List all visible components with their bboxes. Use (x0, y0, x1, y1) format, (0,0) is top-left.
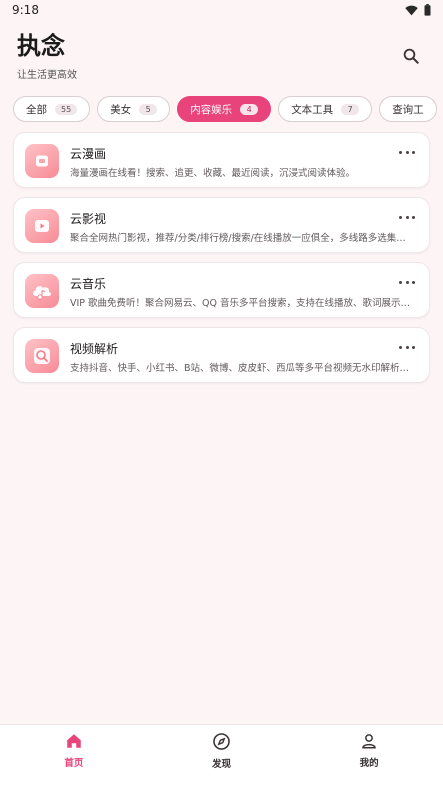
battery-icon (424, 4, 431, 16)
page-title: 执念 (17, 32, 65, 60)
nav-discover[interactable]: 发现 (148, 725, 296, 789)
page-subtitle: 让生活更高效 (17, 70, 77, 81)
book-icon (25, 144, 59, 178)
cloud-music-icon (25, 274, 59, 308)
nav-home[interactable]: 首页 (0, 725, 148, 789)
tab-label: 文本工具 (291, 103, 334, 116)
bottom-navigation: 首页 发现 我的 (0, 724, 443, 789)
more-options-button[interactable] (399, 277, 415, 287)
list-item[interactable]: 云漫画 海量漫画在线看！搜索、追更、收藏、最近阅读，沉浸式阅读体验。 (13, 132, 430, 188)
status-bar: 9:18 (0, 0, 443, 20)
compass-icon (213, 733, 230, 750)
status-icons (405, 4, 431, 16)
home-icon (67, 734, 81, 748)
nav-label: 首页 (64, 758, 84, 769)
item-description: 聚合全网热门影视，推荐/分类/排行榜/搜索/在线播放一应俱全，多线路多选集… (70, 233, 406, 244)
item-description: 支持抖音、快手、小红书、B站、微博、皮皮虾、西瓜等多平台视频无水印解析… (70, 363, 410, 374)
category-tabs: 全部 55 美女 5 内容娱乐 4 文本工具 7 查询工 (13, 96, 443, 123)
list-item[interactable]: 云影视 聚合全网热门影视，推荐/分类/排行榜/搜索/在线播放一应俱全，多线路多选… (13, 197, 430, 253)
tab-label: 内容娱乐 (190, 103, 233, 116)
tab-count: 4 (240, 103, 259, 115)
tab-count: 5 (139, 103, 158, 115)
item-title: 云漫画 (70, 147, 107, 161)
item-title: 视频解析 (70, 342, 119, 356)
search-button[interactable] (399, 44, 423, 68)
tab-label: 美女 (110, 103, 132, 116)
more-options-button[interactable] (399, 342, 415, 352)
tab-text-tools[interactable]: 文本工具 7 (278, 96, 373, 122)
tab-all[interactable]: 全部 55 (13, 96, 91, 122)
list-item[interactable]: 云音乐 VIP 歌曲免费听！聚合网易云、QQ 音乐多平台搜索，支持在线播放、歌词… (13, 262, 430, 318)
list-item[interactable]: 视频解析 支持抖音、快手、小红书、B站、微博、皮皮虾、西瓜等多平台视频无水印解析… (13, 327, 430, 383)
status-time: 9:18 (12, 3, 39, 17)
more-options-button[interactable] (399, 212, 415, 222)
tab-query-tools[interactable]: 查询工 (379, 96, 437, 122)
item-description: 海量漫画在线看！搜索、追更、收藏、最近阅读，沉浸式阅读体验。 (70, 168, 356, 179)
magnifier-icon (25, 339, 59, 373)
app-list: 云漫画 海量漫画在线看！搜索、追更、收藏、最近阅读，沉浸式阅读体验。 云影视 聚… (13, 132, 430, 392)
header: 执念 让生活更高效 (17, 30, 77, 81)
tab-entertainment[interactable]: 内容娱乐 4 (177, 96, 272, 122)
item-description: VIP 歌曲免费听！聚合网易云、QQ 音乐多平台搜索，支持在线播放、歌词展示… (70, 298, 411, 309)
wifi-icon (405, 5, 418, 15)
user-icon (362, 734, 376, 749)
nav-label: 我的 (359, 758, 379, 769)
item-title: 云影视 (70, 212, 107, 226)
tab-label: 全部 (26, 103, 47, 116)
tab-count: 55 (55, 103, 78, 115)
video-play-icon (25, 209, 59, 243)
search-icon (403, 48, 419, 64)
nav-profile[interactable]: 我的 (295, 725, 443, 789)
tab-beauty[interactable]: 美女 5 (97, 96, 171, 122)
nav-label: 发现 (212, 759, 232, 770)
tab-label: 查询工 (392, 103, 424, 116)
tab-count: 7 (341, 103, 360, 115)
more-options-button[interactable] (399, 147, 415, 157)
item-title: 云音乐 (70, 277, 107, 291)
